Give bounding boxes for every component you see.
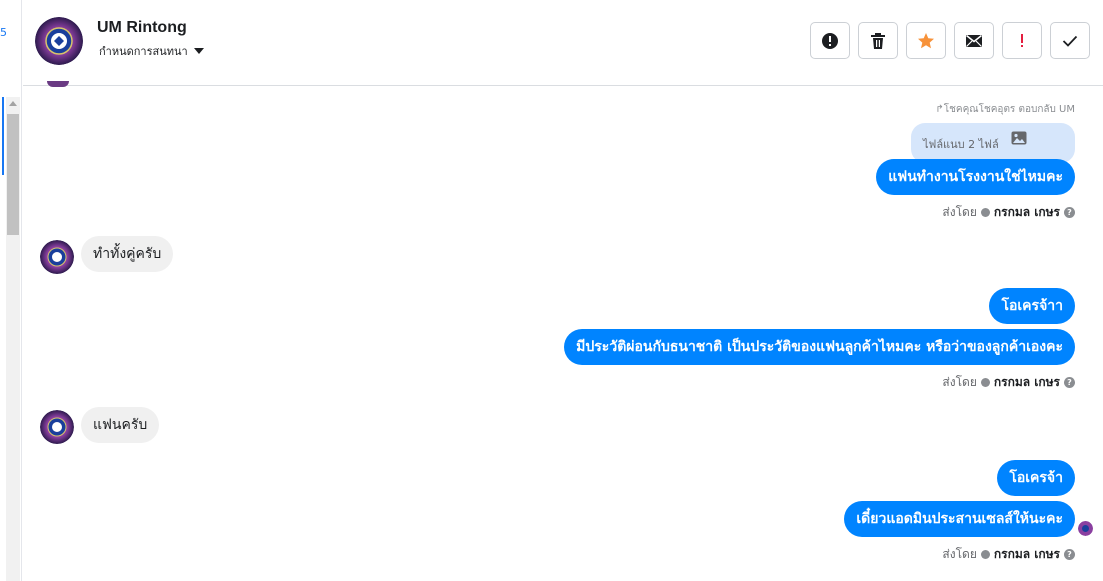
sender-name: กรกมล เกษร bbox=[993, 375, 1060, 389]
sent-by-line: ส่งโดย กรกมล เกษร ? bbox=[942, 545, 1075, 564]
conversation-assign-label: กำหนดการสนทนา bbox=[99, 45, 188, 58]
trash-icon bbox=[871, 32, 885, 49]
delete-button[interactable] bbox=[858, 22, 898, 59]
verified-icon bbox=[980, 378, 990, 387]
attachment-bubble[interactable]: ไฟล์แนบ 2 ไฟล์ bbox=[911, 123, 1075, 163]
mark-unread-button[interactable] bbox=[954, 22, 994, 59]
conversation-header: UM Rintong กำหนดการสนทนา bbox=[23, 0, 1103, 86]
help-icon[interactable]: ? bbox=[1064, 549, 1075, 560]
mark-done-button[interactable] bbox=[1050, 22, 1090, 59]
help-icon[interactable]: ? bbox=[1064, 207, 1075, 218]
outgoing-message[interactable]: โอเครจ้าา bbox=[989, 288, 1075, 324]
sent-by-label: ส่งโดย bbox=[942, 375, 977, 389]
scrollbar-thumb[interactable] bbox=[7, 114, 19, 235]
caret-down-icon bbox=[193, 48, 204, 54]
envelope-icon bbox=[966, 34, 982, 47]
outgoing-message[interactable]: โอเครจ้า bbox=[997, 460, 1075, 496]
previous-avatar-fragment bbox=[47, 81, 69, 87]
left-sidebar-strip: 5 bbox=[0, 0, 22, 581]
attachment-label: ไฟล์แนบ 2 ไฟล์ bbox=[923, 138, 999, 151]
contact-avatar-small bbox=[40, 410, 74, 444]
image-icon bbox=[1011, 131, 1027, 145]
sent-by-label: ส่งโดย bbox=[942, 547, 977, 561]
exclamation-icon bbox=[1021, 33, 1023, 47]
contact-avatar-small bbox=[40, 240, 74, 274]
sender-name: กรกมล เกษร bbox=[993, 205, 1060, 219]
outgoing-message[interactable]: แฟนทำงานโรงงานใช่ไหมคะ bbox=[876, 159, 1075, 195]
verified-icon bbox=[980, 550, 990, 559]
sender-name: กรกมล เกษร bbox=[993, 547, 1060, 561]
sent-by-line: ส่งโดย กรกมล เกษร ? bbox=[942, 373, 1075, 392]
sent-by-line: ส่งโดย กรกมล เกษร ? bbox=[942, 203, 1075, 222]
outgoing-message[interactable]: เดี๋ยวแอดมินประสานเซลส์ให้นะคะ bbox=[844, 501, 1075, 537]
sent-by-label: ส่งโดย bbox=[942, 205, 977, 219]
contact-name: UM Rintong bbox=[97, 19, 187, 36]
spam-button[interactable] bbox=[1002, 22, 1042, 59]
incoming-message[interactable]: แฟนครับ bbox=[81, 407, 160, 443]
verified-icon bbox=[980, 208, 990, 217]
report-button[interactable] bbox=[810, 22, 850, 59]
contact-avatar[interactable] bbox=[35, 17, 83, 65]
reply-note: ↱โชคคุณโชคอุตร ตอบกลับ UM bbox=[935, 104, 1075, 115]
conversation-assign-dropdown[interactable]: กำหนดการสนทนา bbox=[99, 42, 204, 60]
scrollbar-up-arrow-icon[interactable] bbox=[9, 101, 17, 106]
outgoing-message[interactable]: มีประวัติผ่อนกับธนาชาติ เป็นประวัติของแฟ… bbox=[564, 329, 1075, 365]
alert-circle-icon bbox=[822, 32, 838, 49]
seen-avatar bbox=[1078, 521, 1093, 536]
check-icon bbox=[1062, 35, 1078, 47]
active-indicator bbox=[2, 97, 4, 175]
star-icon bbox=[918, 32, 934, 48]
star-button[interactable] bbox=[906, 22, 946, 59]
help-icon[interactable]: ? bbox=[1064, 377, 1075, 388]
sidebar-edge-glyph: 5 bbox=[0, 26, 7, 39]
messenger-window: 5 UM Rintong กำหนดการสนทนา ↱โชคคุณโชคอุต… bbox=[0, 0, 1103, 581]
incoming-message[interactable]: ทำทั้งคู่ครับ bbox=[81, 236, 174, 272]
message-thread: ↱โชคคุณโชคอุตร ตอบกลับ UM ไฟล์แนบ 2 ไฟล์… bbox=[23, 81, 1103, 581]
